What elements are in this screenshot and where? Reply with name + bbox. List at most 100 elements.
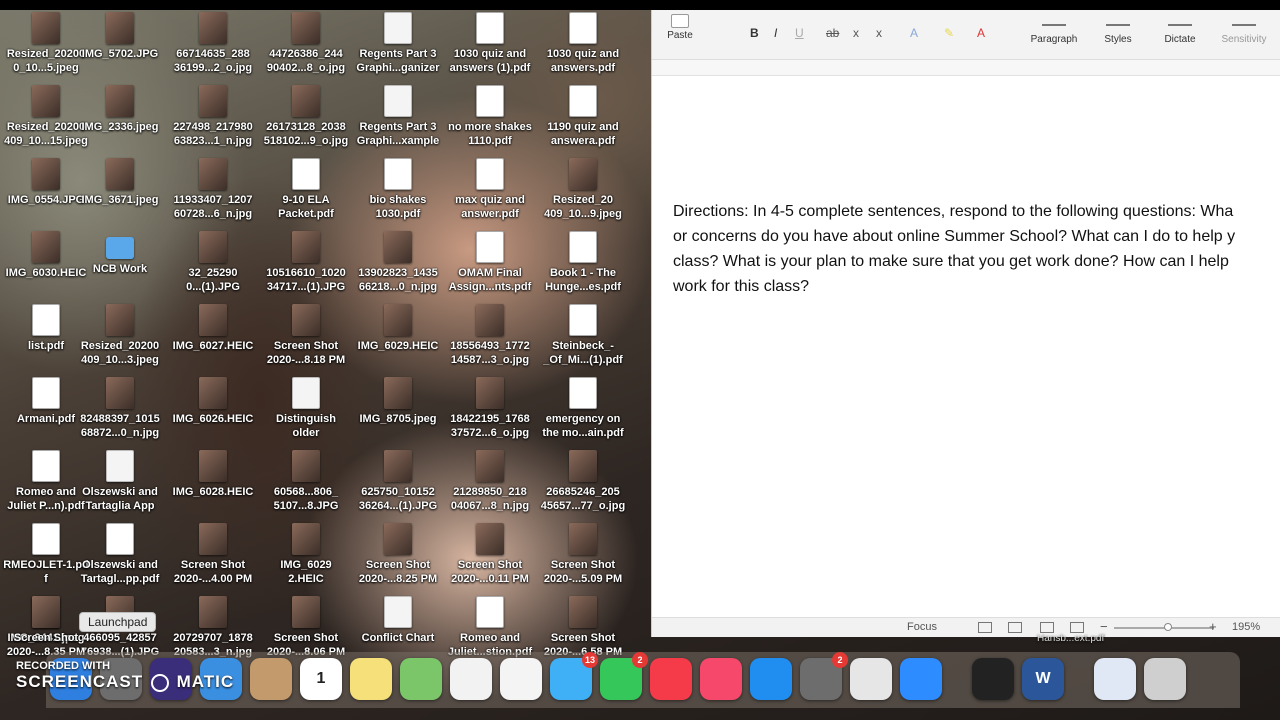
desktop-file-icon[interactable]: Resized_20 409_10...9.jpeg <box>535 158 631 221</box>
desktop-file-icon[interactable]: Screen Shot 2020-...5.09 PM <box>535 523 631 586</box>
notes-dock-icon[interactable] <box>350 658 392 700</box>
word-dock-icon[interactable]: W <box>1022 658 1064 700</box>
subscript-button[interactable]: x <box>853 26 859 40</box>
desktop-file-icon[interactable]: Resized_20200 409_10...3.jpeg <box>72 304 168 367</box>
desktop-file-icon[interactable]: 18422195_1768 37572...6_o.jpg <box>442 377 538 440</box>
text-effects-button[interactable]: A <box>910 26 918 40</box>
desktop-file-icon[interactable]: Screen Shot 2020-...4.00 PM <box>165 523 261 586</box>
strikethrough-button[interactable]: ab <box>826 26 839 40</box>
facetime-dock-icon[interactable]: 2 <box>600 652 648 700</box>
messages-dock-icon[interactable]: 13 <box>550 652 598 700</box>
desktop-file-icon[interactable]: 26173128_2038 518102...9_o.jpg <box>258 85 354 148</box>
desktop-file-icon[interactable]: 20729707_1878 20583...3_n.jpg <box>165 596 261 659</box>
styles-button[interactable]: Styles <box>1100 24 1136 45</box>
preview-dock-icon[interactable] <box>1094 658 1136 700</box>
launchpad-tooltip: Launchpad <box>79 612 157 632</box>
desktop-file-icon[interactable]: Screen Shot 2020-...6.58 PM <box>535 596 631 659</box>
desktop-file-icon[interactable]: Regents Part 3 Graphi...xample <box>350 85 446 148</box>
desktop-file-icon[interactable]: 32_25290 0...(1).JPG <box>165 231 261 294</box>
contacts-dock-icon[interactable] <box>250 658 292 700</box>
paragraph-button[interactable]: Paragraph <box>1026 24 1082 45</box>
desktop-file-icon[interactable]: Conflict Chart <box>350 596 446 645</box>
zoom-in-button[interactable]: + <box>1209 619 1217 634</box>
zoom-dock-icon[interactable] <box>900 658 942 700</box>
dictate-label: Dictate <box>1164 34 1196 45</box>
desktop-file-icon[interactable]: IMG_6029.HEIC <box>350 304 446 353</box>
focus-mode-button[interactable]: Focus <box>907 621 937 633</box>
desktop-file-icon[interactable]: Screen Shot 2020-...0.11 PM <box>442 523 538 586</box>
desktop-file-icon[interactable]: 1030 quiz and answers (1).pdf <box>442 12 538 75</box>
print-layout-icon[interactable] <box>978 622 992 633</box>
calendar-dock-icon[interactable]: 1 <box>300 658 342 700</box>
web-layout-icon[interactable] <box>1008 622 1022 633</box>
desktop-file-icon[interactable]: emergency on the mo...ain.pdf <box>535 377 631 440</box>
app-store-dock-icon[interactable] <box>750 658 792 700</box>
desktop-file-icon[interactable]: 11933407_1207 60728...6_n.jpg <box>165 158 261 221</box>
desktop-file-icon[interactable]: 66714635_288 36199...2_o.jpg <box>165 12 261 75</box>
underline-button[interactable]: U <box>795 26 804 40</box>
desktop-file-icon[interactable]: OMAM Final Assign...nts.pdf <box>442 231 538 294</box>
screenshot-dock-icon[interactable] <box>972 658 1014 700</box>
desktop-file-icon[interactable]: 1190 quiz and answera.pdf <box>535 85 631 148</box>
document-body-text[interactable]: Directions: In 4-5 complete sentences, r… <box>673 199 1280 299</box>
desktop-file-icon[interactable]: Steinbeck_- _Of_Mi...(1).pdf <box>535 304 631 367</box>
zoom-out-button[interactable]: − <box>1100 619 1108 634</box>
dictate-button[interactable]: Dictate <box>1158 24 1202 45</box>
desktop-file-icon[interactable]: 21289850_218 04067...8_n.jpg <box>442 450 538 513</box>
desktop-file-icon[interactable]: 227498_217980 63823...1_n.jpg <box>165 85 261 148</box>
desktop-file-icon[interactable]: IMG_8705.jpeg <box>350 377 446 426</box>
desktop-file-icon[interactable]: max quiz and answer.pdf <box>442 158 538 221</box>
paste-button[interactable]: Paste <box>662 14 698 41</box>
desktop-file-icon[interactable]: Distinguish older <box>258 377 354 440</box>
paragraph-icon <box>1042 24 1066 32</box>
chrome-dock-icon[interactable] <box>850 658 892 700</box>
desktop-file-icon[interactable]: 9-10 ELA Packet.pdf <box>258 158 354 221</box>
system-preferences-dock-icon[interactable]: 2 <box>800 652 848 700</box>
italic-button[interactable]: I <box>774 26 777 40</box>
sensitivity-button[interactable]: Sensitivity <box>1218 24 1270 45</box>
music-dock-icon[interactable] <box>700 658 742 700</box>
news-dock-icon[interactable] <box>650 658 692 700</box>
desktop-file-icon[interactable]: 26685246_205 45657...77_o.jpg <box>535 450 631 513</box>
desktop-file-icon[interactable]: 82488397_1015 68872...0_n.jpg <box>72 377 168 440</box>
desktop-file-icon[interactable]: NCB Work <box>72 231 168 276</box>
desktop-file-icon[interactable]: 1030 quiz and answers.pdf <box>535 12 631 75</box>
desktop-file-icon[interactable]: no more shakes 1110.pdf <box>442 85 538 148</box>
desktop-file-icon[interactable]: Screen Shot 2020-...8.18 PM <box>258 304 354 367</box>
desktop-file-icon[interactable]: Screen Shot 2020-...8.06 PM <box>258 596 354 659</box>
desktop-file-icon[interactable]: IMG_3671.jpeg <box>72 158 168 207</box>
reminders-dock-icon[interactable] <box>450 658 492 700</box>
desktop-file-icon[interactable]: Book 1 - The Hunge...es.pdf <box>535 231 631 294</box>
desktop-file-icon[interactable]: 13902823_1435 66218...0_n.jpg <box>350 231 446 294</box>
desktop-file-icon[interactable]: IMG_6027.HEIC <box>165 304 261 353</box>
desktop-file-icon[interactable]: 44726386_244 90402...8_o.jpg <box>258 12 354 75</box>
bold-button[interactable]: B <box>750 26 759 40</box>
desktop-file-icon[interactable]: IMG_6029 2.HEIC <box>258 523 354 586</box>
zoom-slider-handle[interactable] <box>1164 623 1172 631</box>
paste-label: Paste <box>667 30 693 41</box>
outline-view-icon[interactable] <box>1040 622 1054 633</box>
desktop-file-icon[interactable]: Olszewski and Tartaglia App <box>72 450 168 513</box>
desktop-file-icon[interactable]: Regents Part 3 Graphi...ganizer <box>350 12 446 75</box>
desktop-file-icon[interactable]: Romeo and Juliet...stion.pdf <box>442 596 538 659</box>
desktop-file-icon[interactable]: IMG_6026.HEIC <box>165 377 261 426</box>
trash-dock-icon[interactable] <box>1144 658 1186 700</box>
draft-view-icon[interactable] <box>1070 622 1084 633</box>
desktop-file-icon[interactable]: 18556493_1772 14587...3_o.jpg <box>442 304 538 367</box>
desktop-file-icon[interactable]: IMG_6028.HEIC <box>165 450 261 499</box>
desktop-file-icon[interactable]: 10516610_1020 34717...(1).JPG <box>258 231 354 294</box>
maps-dock-icon[interactable] <box>400 658 442 700</box>
desktop-file-icon[interactable]: Olszewski and Tartagl...pp.pdf <box>72 523 168 586</box>
desktop-file-icon[interactable]: 60568...806_ 5107...8.JPG <box>258 450 354 513</box>
font-color-button[interactable]: A <box>977 26 985 40</box>
desktop-file-icon[interactable]: Screen Shot 2020-...8.25 PM <box>350 523 446 586</box>
desktop-file-icon[interactable]: IMG_2336.jpeg <box>72 85 168 134</box>
highlight-icon[interactable]: ✎ <box>944 26 954 40</box>
desktop-file-icon[interactable]: 625750_10152 36264...(1).JPG <box>350 450 446 513</box>
superscript-button[interactable]: x <box>876 26 882 40</box>
desktop-file-icon[interactable]: IMG_5702.JPG <box>72 12 168 61</box>
photos-dock-icon[interactable] <box>500 658 542 700</box>
desktop-file-icon[interactable]: bio shakes 1030.pdf <box>350 158 446 221</box>
desktop-file-label: Conflict Chart <box>361 632 435 644</box>
zoom-level[interactable]: 195% <box>1232 621 1260 633</box>
